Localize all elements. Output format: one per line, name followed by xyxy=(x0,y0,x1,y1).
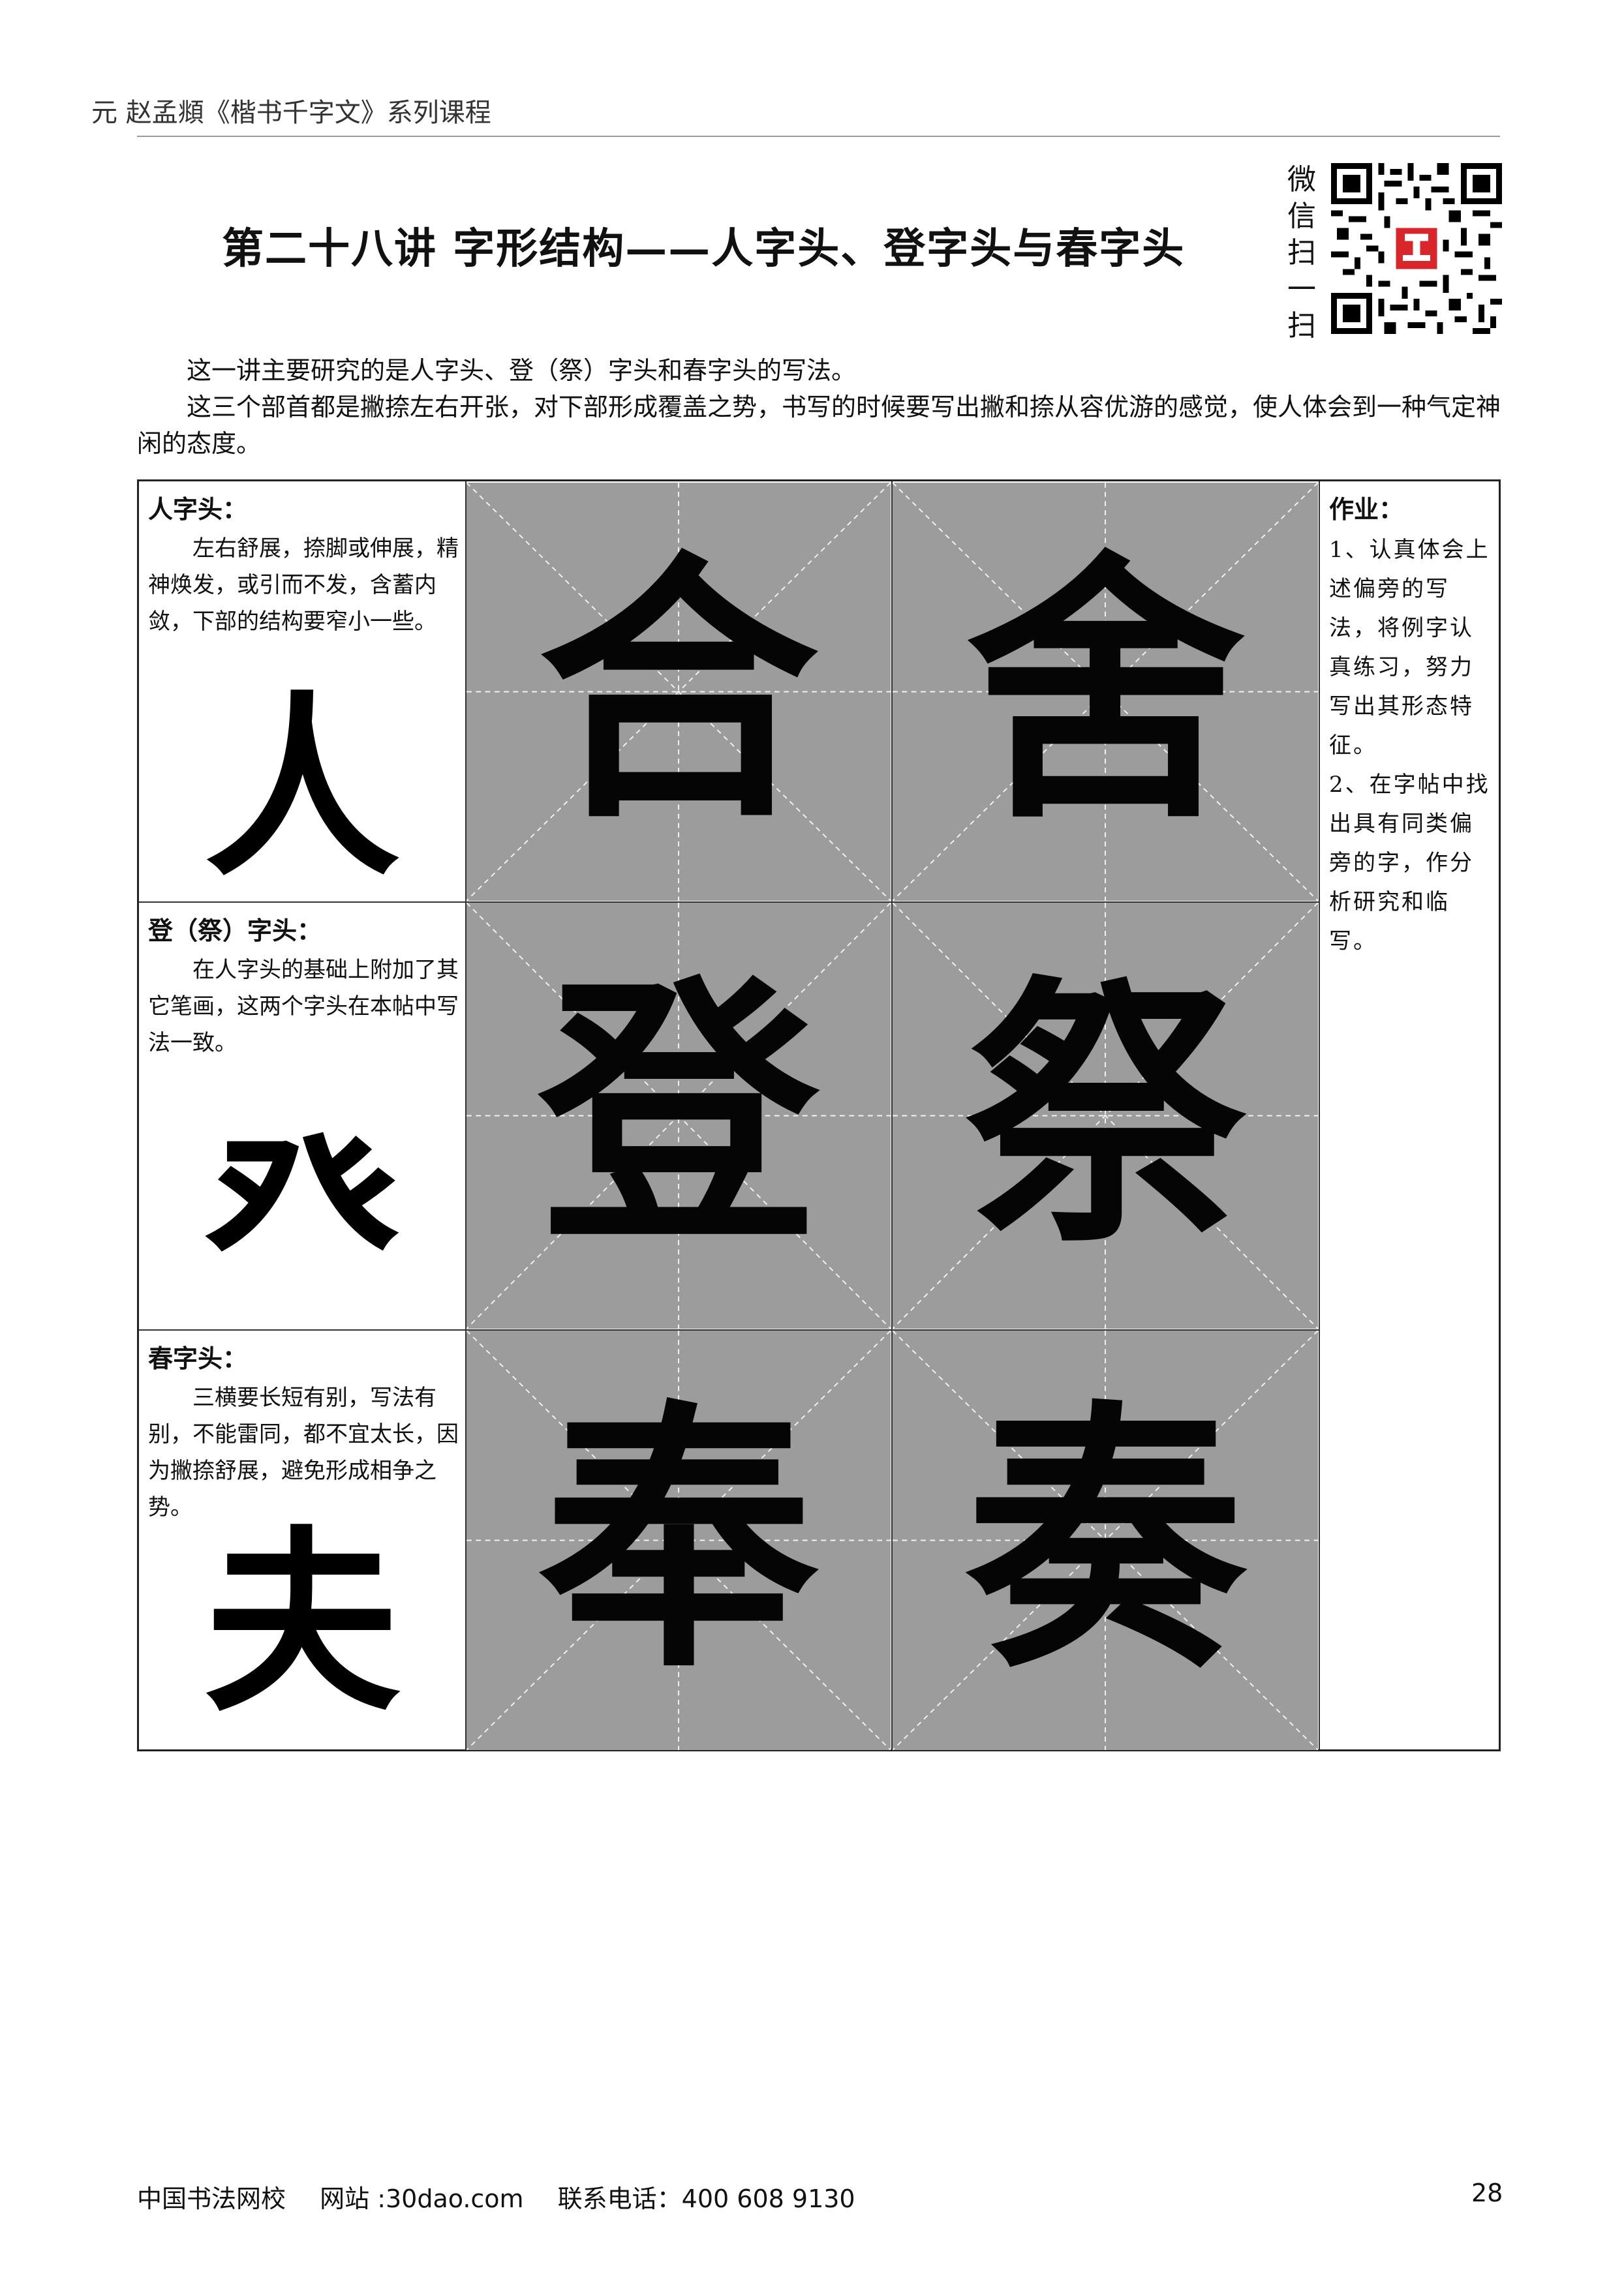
example-char: 祭 xyxy=(965,950,1246,1280)
page-number: 28 xyxy=(1471,2179,1503,2207)
row-description: 三横要长短有别，写法有别，不能雷同，都不宜太长，因为撇捺舒展，避免形成相争之势。 xyxy=(148,1385,459,1520)
homework-item: 1、认真体会上述偏旁的写法，将例字认真练习，努力写出其形态特征。 xyxy=(1329,537,1490,759)
example-cell: 登 xyxy=(467,903,891,1329)
qr-code-icon[interactable] xyxy=(1331,163,1502,334)
row-description-ren: 人字头： 左右舒展，捺脚或伸展，精神焕发，或引而不发，含蓄内敛，下部的结构要窄小… xyxy=(148,481,461,640)
intro-paragraph: 这一讲主要研究的是人字头、登（祭）字头和春字头的写法。 xyxy=(187,356,857,385)
example-char: 合 xyxy=(538,526,819,856)
homework-item: 2、在字帖中找出具有同类偏旁的字，作分析研究和临写。 xyxy=(1329,772,1490,954)
row-heading: 人字头： xyxy=(148,495,248,524)
row-description-deng: 登（祭）字头： 在人字头的基础上附加了其它笔画，这两个字头在本帖中写法一致。 xyxy=(148,903,461,1061)
row-description: 在人字头的基础上附加了其它笔画，这两个字头在本帖中写法一致。 xyxy=(148,957,459,1056)
example-cell: 合 xyxy=(467,483,891,901)
example-char: 奏 xyxy=(965,1375,1246,1705)
example-cell: 奉 xyxy=(467,1331,891,1750)
row-heading: 春字头： xyxy=(148,1344,248,1373)
wechat-label-char: 扫 xyxy=(1287,309,1316,342)
running-title: 元 赵孟頫《楷书千字文》系列课程 xyxy=(91,98,491,128)
wechat-label-char: 一 xyxy=(1287,273,1316,306)
intro-text: 这一讲主要研究的是人字头、登（祭）字头和春字头的写法。 这三个部首都是撇捺左右开… xyxy=(137,352,1501,462)
example-char: 登 xyxy=(538,950,819,1280)
intro-paragraph: 这三个部首都是撇捺左右开张，对下部形成覆盖之势，书写的时候要写出撇和捺从容优游的… xyxy=(137,393,1501,458)
lesson-title: 第二十八讲 字形结构——人字头、登字头与春字头 xyxy=(222,224,1186,273)
wechat-label-char: 信 xyxy=(1287,200,1316,233)
lesson-table: 人字头： 左右舒展，捺脚或伸展，精神焕发，或引而不发，含蓄内敛，下部的结构要窄小… xyxy=(137,479,1501,1751)
header-divider xyxy=(137,136,1500,137)
wechat-label-char: 扫 xyxy=(1287,236,1316,269)
reference-char: 癶 xyxy=(204,1090,400,1320)
wechat-scan-label: 微 信 扫 一 扫 xyxy=(1282,162,1321,344)
example-char: 奉 xyxy=(538,1375,819,1705)
example-cell: 奏 xyxy=(893,1331,1318,1750)
wechat-label-char: 微 xyxy=(1287,163,1316,196)
example-cell: 祭 xyxy=(893,903,1318,1329)
reference-char: 夫 xyxy=(204,1507,400,1738)
footer-website-link[interactable]: 网站 :30dao.com xyxy=(320,2184,523,2213)
row-description-chun: 春字头： 三横要长短有别，写法有别，不能雷同，都不宜太长，因为撇捺舒展，避免形成… xyxy=(148,1331,461,1526)
homework-heading: 作业： xyxy=(1329,495,1404,524)
row-description: 左右舒展，捺脚或伸展，精神焕发，或引而不发，含蓄内敛，下部的结构要窄小一些。 xyxy=(148,536,459,635)
row-heading: 登（祭）字头： xyxy=(148,916,322,945)
footer-phone: 联系电话：400 608 9130 xyxy=(557,2184,855,2213)
footer-school: 中国书法网校 xyxy=(137,2184,286,2213)
page-footer: 中国书法网校 网站 :30dao.com 联系电话：400 608 9130 xyxy=(137,2179,881,2214)
example-char: 舍 xyxy=(965,526,1246,856)
homework-panel: 作业： 1、认真体会上述偏旁的写法，将例字认真练习，努力写出其形态特征。 2、在… xyxy=(1320,481,1500,969)
reference-char: 人 xyxy=(204,672,400,903)
example-cell: 舍 xyxy=(893,483,1318,901)
